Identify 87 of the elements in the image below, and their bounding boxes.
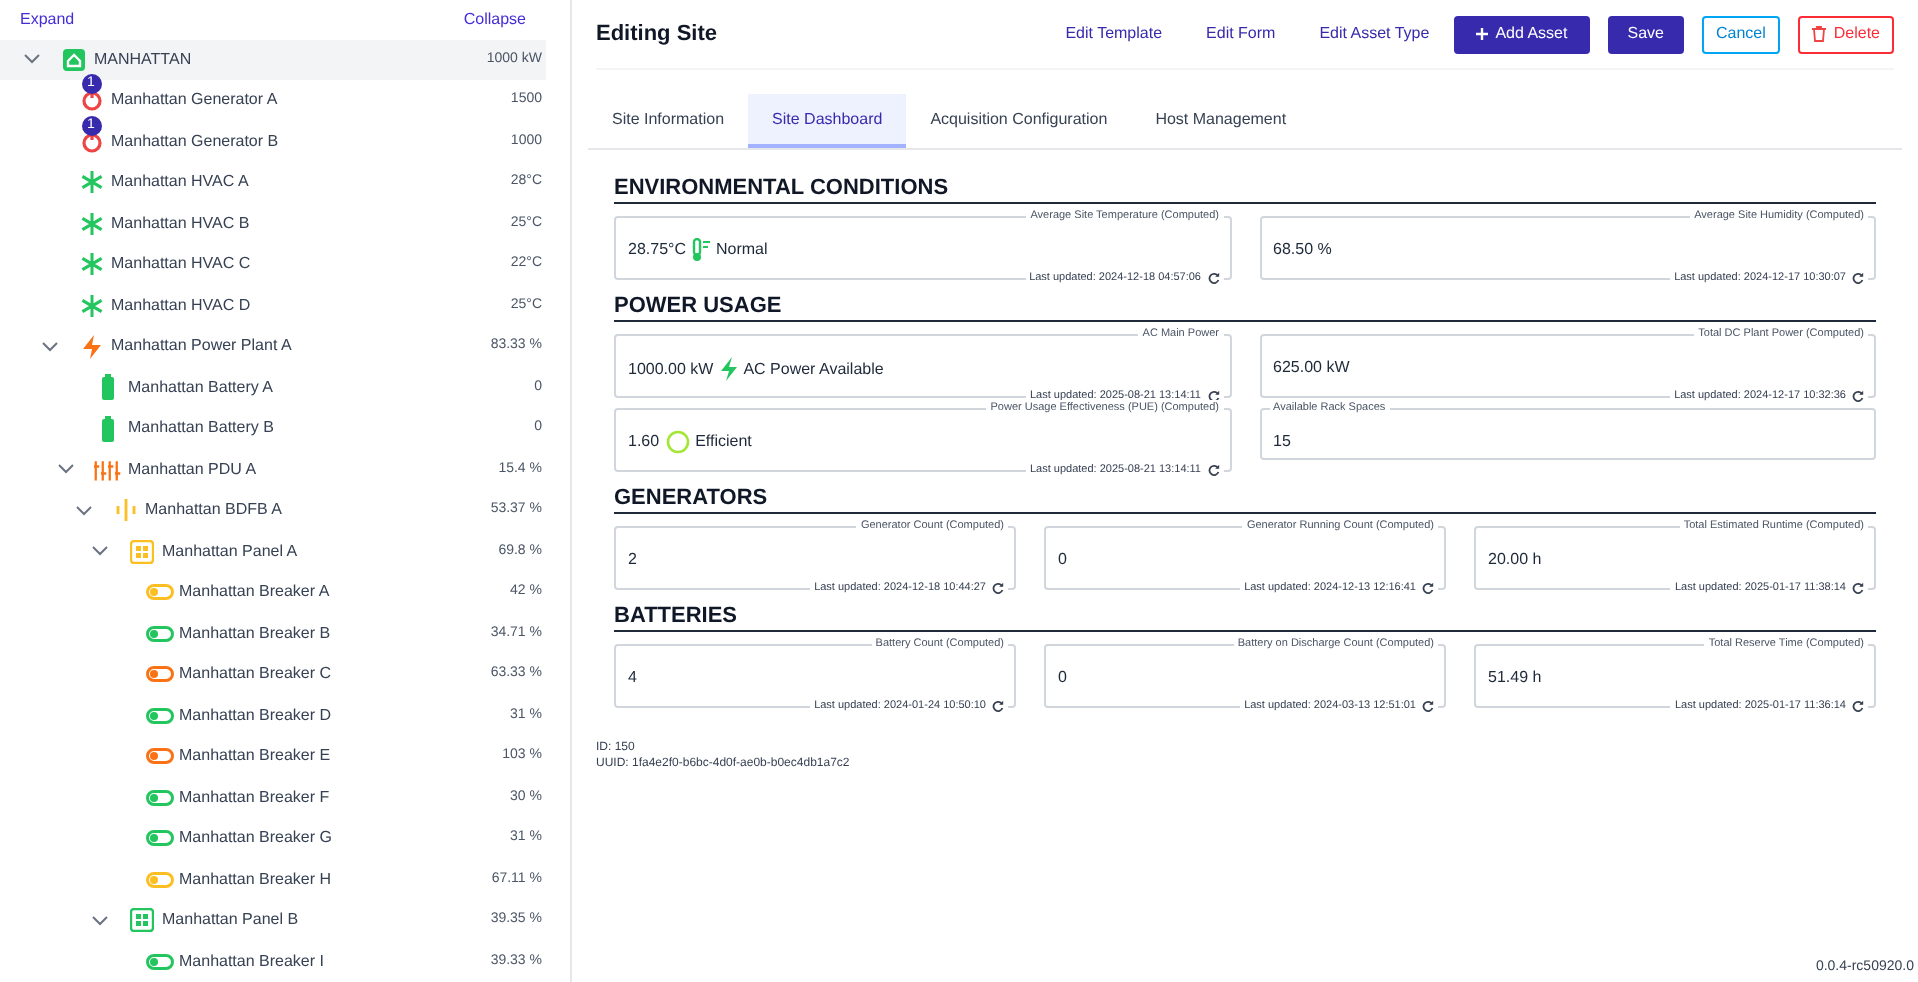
delete-button[interactable]: Delete [1797,15,1894,53]
tree-label: Manhattan Panel B [162,908,299,933]
tree-label: Manhattan Breaker G [179,826,332,851]
tree-label: Manhattan Breaker E [179,744,331,769]
status-text: Normal [716,238,768,262]
snowflake-icon [79,293,103,318]
tree-label: Manhattan HVAC A [111,170,249,195]
tree-label: Manhattan PDU A [128,457,257,482]
plus-icon [1475,28,1488,40]
battery-icon [102,415,114,442]
collapse-link[interactable]: Collapse [463,7,526,32]
tab[interactable]: Site Dashboard [748,94,907,148]
metric-value: 51.49 h [1488,666,1542,690]
add-button[interactable]: Add Asset [1453,15,1590,53]
section-heading: ENVIRONMENTAL CONDITIONS [614,174,1876,204]
save-button[interactable]: Save [1607,15,1684,53]
tree-label: Manhattan Battery A [128,375,273,400]
house-icon [62,47,86,72]
refresh-icon[interactable] [1207,272,1219,284]
tree-label: Manhattan Breaker A [179,580,330,605]
trash-icon [1811,26,1826,42]
refresh-icon[interactable] [1852,700,1864,712]
battery-icon [102,374,114,401]
snowflake-icon [79,211,103,236]
chevron-down-icon[interactable] [75,505,91,516]
tab[interactable]: Acquisition Configuration [906,94,1132,148]
status-text: AC Power Available [743,357,884,381]
generator-icon [81,129,101,154]
header-link[interactable]: Edit Template [1065,22,1163,46]
header-link[interactable]: Edit Form [1206,22,1276,46]
metric-value: 625.00 kW [1273,356,1350,380]
section-heading: BATTERIES [614,602,1876,632]
metric-value: 0 [1058,666,1067,690]
tree-label: Manhattan Breaker B [179,621,331,646]
refresh-icon[interactable] [1852,272,1864,284]
metric-value: 2 [628,548,637,572]
lightning-icon [79,333,103,360]
metric-value: 68.50 % [1273,238,1332,262]
refresh-icon[interactable] [1207,390,1219,402]
tree-label: Manhattan Power Plant A [111,334,292,359]
chevron-down-icon[interactable] [58,464,74,475]
section-heading: GENERATORS [614,484,1876,514]
chevron-down-icon[interactable] [92,546,108,557]
metric-value: 28.75°C [628,238,686,262]
generator-icon [81,88,101,113]
tree-label: Manhattan HVAC C [111,252,251,277]
bdfb-icon [113,498,137,523]
chevron-down-icon[interactable] [41,341,57,352]
tree-label: Manhattan Battery B [128,416,274,441]
refresh-icon[interactable] [1852,390,1864,402]
refresh-icon[interactable] [1422,700,1434,712]
tree-label: Manhattan Breaker D [179,703,332,728]
refresh-icon[interactable] [992,582,1004,594]
refresh-icon[interactable] [1422,582,1434,594]
metric-value: 15 [1273,430,1291,454]
snowflake-icon [79,170,103,195]
tree-label: Manhattan HVAC B [111,211,250,236]
metric-value: 1000.00 kW [628,357,714,381]
metric-value: 0 [1058,548,1067,572]
metric-value: 4 [628,666,637,690]
snowflake-icon [79,252,103,277]
tree-label: Manhattan Generator A [111,88,278,113]
refresh-icon[interactable] [992,700,1004,712]
tree-label: Manhattan Breaker I [179,949,324,974]
tree-label: Manhattan Breaker H [179,867,332,892]
tree-label: Manhattan Breaker F [179,785,330,810]
metric-value: 20.00 h [1488,548,1542,572]
expand-link[interactable]: Expand [20,7,75,32]
tab[interactable]: Site Information [588,94,749,148]
pdu-icon [94,457,122,482]
refresh-icon[interactable] [1852,582,1864,594]
section-heading: POWER USAGE [614,292,1876,322]
header-link[interactable]: Edit Asset Type [1319,22,1430,46]
tree-label: Manhattan Panel A [162,539,298,564]
chevron-down-icon[interactable] [92,915,108,926]
cancel-button[interactable]: Cancel [1701,15,1780,53]
chevron-down-icon[interactable] [24,54,40,65]
page-title: Editing Site [596,19,717,50]
status-text: Efficient [695,430,752,454]
tree-label: MANHATTAN [94,47,192,72]
refresh-icon[interactable] [1207,464,1219,476]
tree-label: Manhattan Generator B [111,129,279,154]
metric-value: 1.60 [628,430,660,454]
tree-label: Manhattan BDFB A [145,498,282,523]
tab[interactable]: Host Management [1131,94,1311,148]
tree-label: Manhattan Breaker C [179,662,332,687]
tree-label: Manhattan HVAC D [111,293,251,318]
